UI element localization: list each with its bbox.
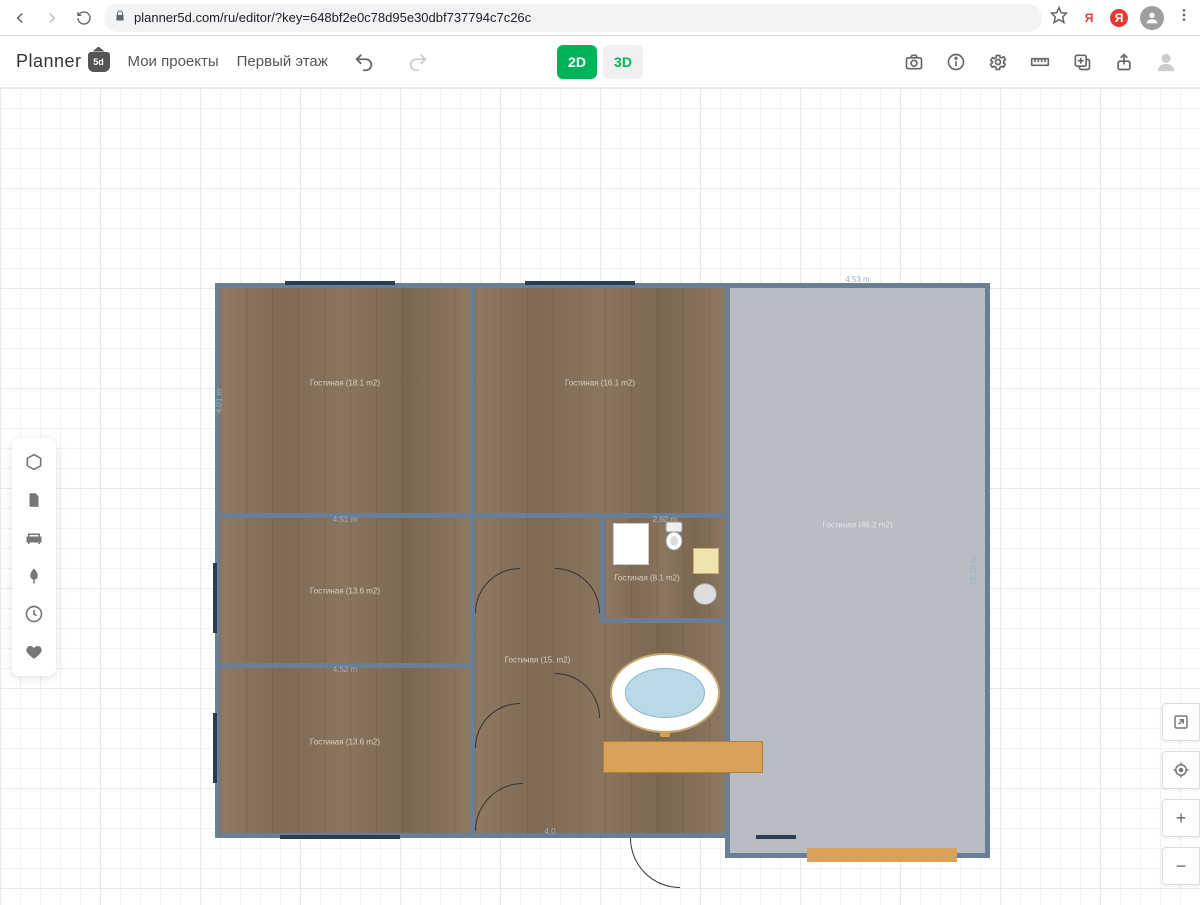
redo-button[interactable] (400, 44, 436, 80)
dimension-label: 4.53 m (845, 275, 869, 284)
dock-construction-icon[interactable] (18, 484, 50, 516)
window[interactable] (213, 713, 217, 783)
small-counter-fixture[interactable] (693, 548, 719, 574)
canvas-area[interactable]: Гостиная (18.1 m2) 4.01 m Гостиная (16.1… (0, 88, 1200, 905)
view-toggle: 2D 3D (557, 45, 643, 79)
lock-icon (114, 10, 126, 25)
dock-favorite-icon[interactable] (18, 636, 50, 668)
room-bot-left[interactable]: Гостиная (13.6 m2) 4.52 m (215, 663, 475, 838)
profile-avatar[interactable] (1140, 6, 1164, 30)
toolbar-right (896, 44, 1184, 80)
extension-icon-1[interactable]: Я (1080, 9, 1098, 27)
sink-fixture[interactable] (693, 583, 717, 605)
room-label: Гостиная (15. m2) (505, 655, 571, 664)
breadcrumb-floor[interactable]: Первый этаж (237, 53, 328, 70)
app-toolbar: Planner 5d Мои проекты Первый этаж 2D 3D (0, 36, 1200, 88)
window[interactable] (285, 281, 395, 285)
room-top-center[interactable]: Гостиная (16.1 m2) (470, 283, 730, 518)
settings-button[interactable] (980, 44, 1016, 80)
dimension-label: 4.0 (544, 827, 555, 836)
logo-badge-icon: 5d (88, 52, 110, 72)
floor-plan[interactable]: Гостиная (18.1 m2) 4.01 m Гостиная (16.1… (215, 283, 995, 878)
room-right[interactable]: Гостиная (46.2 m2) 4.53 m 10.19 m (725, 283, 990, 858)
room-label: Гостиная (13.6 m2) (310, 586, 380, 595)
ruler-button[interactable] (1022, 44, 1058, 80)
side-dock (12, 438, 56, 676)
window[interactable] (213, 563, 217, 633)
star-icon[interactable] (1050, 6, 1068, 29)
zoom-controls: + − (1162, 703, 1200, 885)
bathtub-fixture[interactable] (610, 653, 720, 733)
zoom-out-button[interactable]: − (1162, 847, 1200, 885)
room-label: Гостиная (18.1 m2) (310, 378, 380, 387)
app-logo[interactable]: Planner 5d (16, 51, 110, 72)
view-2d-button[interactable]: 2D (557, 45, 597, 79)
room-label: Гостиная (8.1 m2) (614, 574, 680, 583)
forward-button[interactable] (40, 6, 64, 30)
dimension-label: 4.52 m (333, 665, 357, 674)
dimension-label: 4.51 m (333, 515, 357, 524)
room-mid-left[interactable]: Гостиная (13.6 m2) 4.51 m (215, 513, 475, 668)
dock-history-icon[interactable] (18, 598, 50, 630)
faucet-fixture (660, 731, 670, 737)
dimension-label: 10.19 m (969, 556, 978, 585)
vanity-counter[interactable] (603, 741, 763, 773)
room-label: Гостиная (13.6 m2) (310, 738, 380, 747)
threshold[interactable] (807, 848, 957, 862)
menu-icon[interactable] (1176, 7, 1192, 28)
room-top-left[interactable]: Гостиная (18.1 m2) 4.01 m (215, 283, 475, 518)
shower-fixture[interactable] (613, 523, 649, 565)
window[interactable] (756, 835, 796, 839)
back-button[interactable] (8, 6, 32, 30)
dock-rooms-icon[interactable] (18, 446, 50, 478)
window[interactable] (280, 835, 400, 839)
account-button[interactable] (1148, 44, 1184, 80)
zoom-in-button[interactable]: + (1162, 799, 1200, 837)
duplicate-button[interactable] (1064, 44, 1100, 80)
logo-text: Planner (16, 51, 82, 72)
toilet-fixture[interactable] (663, 521, 685, 551)
extension-icon-2[interactable]: Я (1110, 9, 1128, 27)
locate-button[interactable] (1162, 751, 1200, 789)
reload-button[interactable] (72, 6, 96, 30)
export-button[interactable] (1162, 703, 1200, 741)
share-button[interactable] (1106, 44, 1142, 80)
info-button[interactable] (938, 44, 974, 80)
snapshot-button[interactable] (896, 44, 932, 80)
dock-furniture-icon[interactable] (18, 522, 50, 554)
chrome-actions: Я Я (1050, 6, 1192, 30)
address-bar[interactable]: planner5d.com/ru/editor/?key=648bf2e0c78… (104, 4, 1042, 32)
undo-button[interactable] (346, 44, 382, 80)
url-text: planner5d.com/ru/editor/?key=648bf2e0c78… (134, 10, 531, 25)
dock-exterior-icon[interactable] (18, 560, 50, 592)
room-label: Гостиная (46.2 m2) (822, 521, 892, 530)
window[interactable] (525, 281, 635, 285)
browser-chrome: planner5d.com/ru/editor/?key=648bf2e0c78… (0, 0, 1200, 36)
view-3d-button[interactable]: 3D (603, 45, 643, 79)
breadcrumb-projects[interactable]: Мои проекты (128, 53, 219, 70)
room-label: Гостиная (16.1 m2) (565, 378, 635, 387)
dimension-label: 4.01 m (215, 388, 224, 412)
